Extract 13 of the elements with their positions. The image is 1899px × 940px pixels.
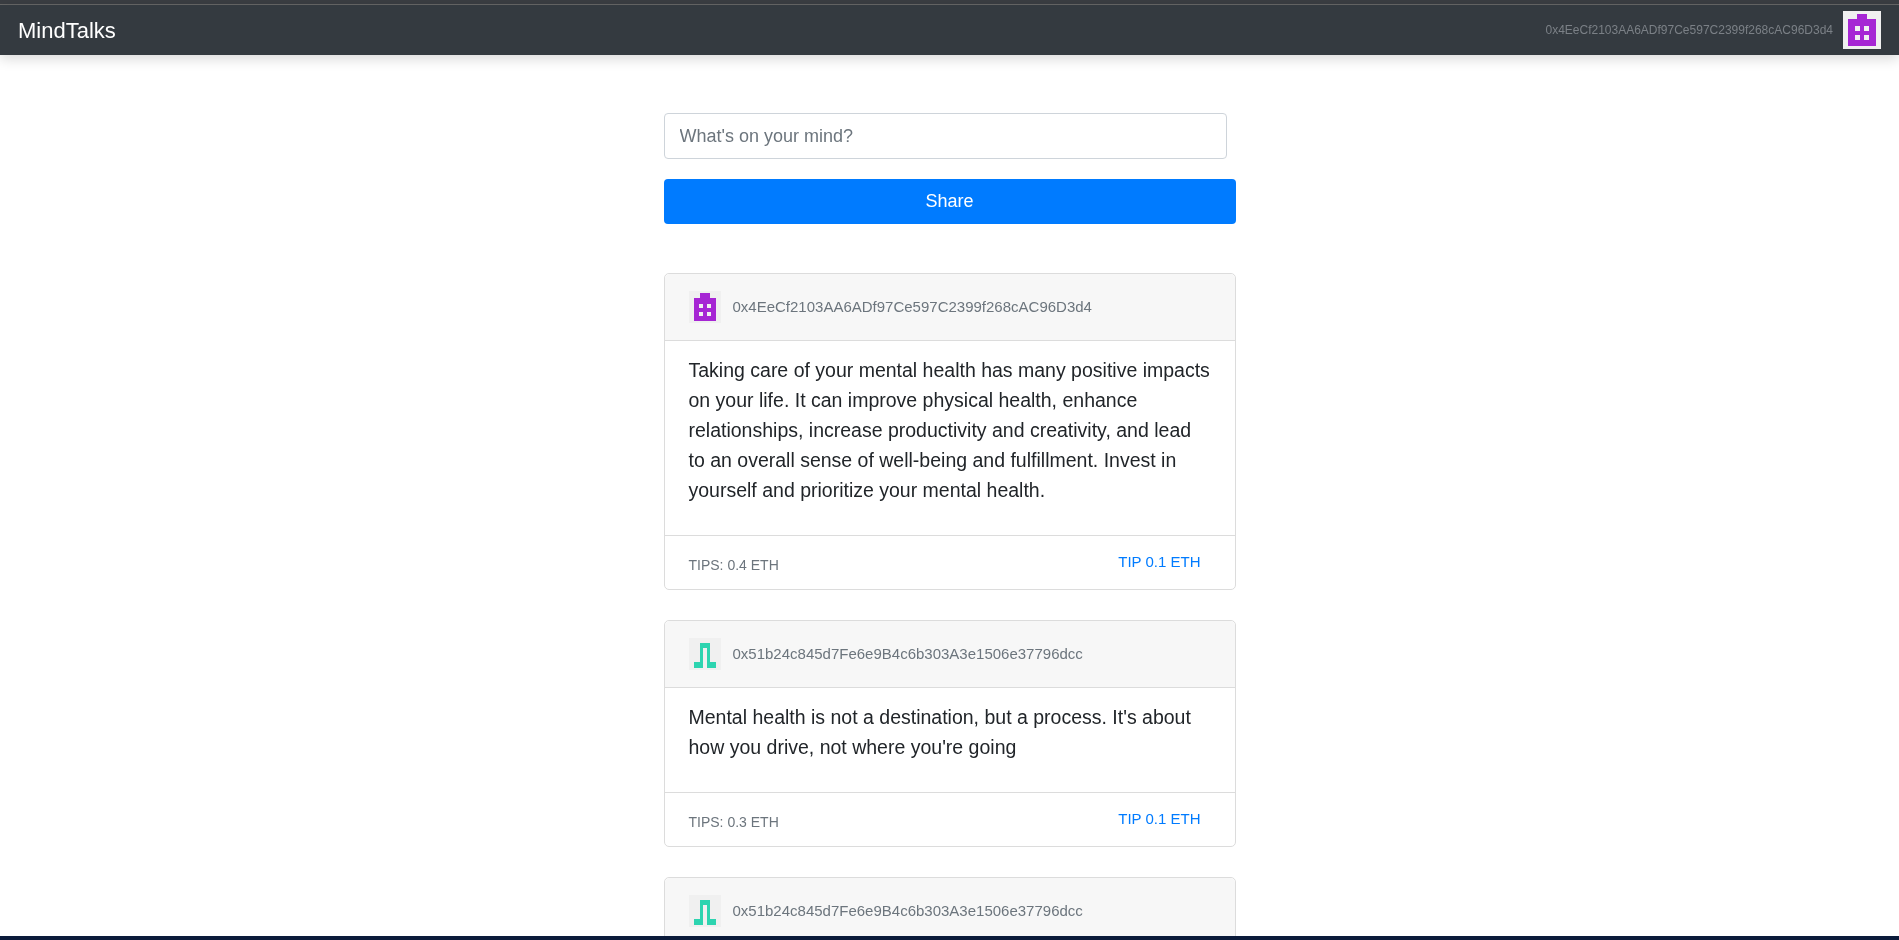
post-text: Mental health is not a destination, but a process. It's about how you drive, not where you're going [688, 705, 1192, 760]
tip-button[interactable]: TIP 0.1 ETH [1118, 551, 1201, 574]
author-address: 0x51b24c845d7Fe6e9B4c6b303A3e1506e37796dcc [732, 643, 1083, 664]
account-address: 0x4EeCf2103AA6ADf97Ce597C2399f268cAC96D3d4 [1545, 22, 1833, 39]
post-text: Taking care of your mental health has many positive impacts on your life. It can improve physical health, enhance relationships, increase productivity and creativity, and lead to an overall sense of well-being and fulfillment. Invest in yourself and prioritize your mental health. [688, 358, 1211, 503]
tips-total: TIPS: 0.3 ETH [688, 813, 779, 832]
author-address: 0x51b24c845d7Fe6e9B4c6b303A3e1506e37796dcc [732, 900, 1083, 921]
tip-button[interactable]: TIP 0.1 ETH [1118, 808, 1201, 831]
author-address: 0x4EeCf2103AA6ADf97Ce597C2399f268cAC96D3d4 [732, 296, 1092, 317]
share-button[interactable]: Share [663, 179, 1236, 224]
brand-title[interactable]: MindTalks [18, 13, 116, 47]
tips-total: TIPS: 0.4 ETH [688, 556, 779, 575]
post-input-field[interactable]: What's on your mind? [663, 113, 1227, 159]
